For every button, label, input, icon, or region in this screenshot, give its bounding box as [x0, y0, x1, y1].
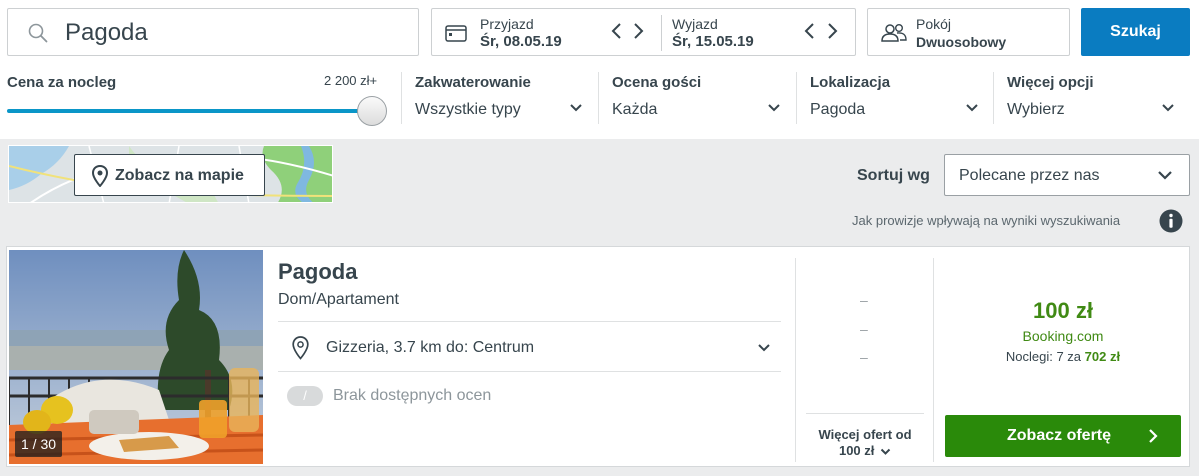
chevron-down-icon: [880, 448, 891, 455]
commission-disclaimer-link[interactable]: Jak prowizje wpływają na wyniki wyszukiw…: [852, 213, 1120, 228]
location-filter-value[interactable]: Pagoda: [810, 101, 865, 119]
offer-placeholder: –: [860, 321, 868, 337]
search-button[interactable]: Szukaj: [1081, 8, 1190, 56]
search-field[interactable]: Pagoda: [7, 8, 419, 56]
price-provider: Booking.com: [1022, 328, 1104, 344]
offer-placeholder: –: [860, 292, 868, 308]
photo-counter: 1 / 30: [15, 431, 62, 457]
price-filter-label: Cena za nocleg: [7, 74, 117, 91]
price-slider-handle[interactable]: [357, 96, 387, 126]
more-offers-link[interactable]: Więcej ofert od 100 zł: [806, 427, 924, 459]
nights-total: Noclegi: 7 za 702 zł: [1005, 349, 1121, 364]
more-filter-value[interactable]: Wybierz: [1007, 101, 1065, 119]
chevron-down-icon[interactable]: [767, 103, 781, 113]
checkout-next-icon[interactable]: [825, 22, 839, 40]
rating-filter-label: Ocena gości: [612, 74, 702, 91]
filter-divider: [796, 72, 797, 124]
filter-divider: [401, 72, 402, 124]
divider: [278, 371, 781, 372]
rooms-value: Dwuosobowy: [916, 34, 1007, 50]
more-offers-line1: Więcej ofert od: [818, 427, 912, 442]
divider: [806, 413, 924, 414]
map-pin-icon: [92, 165, 108, 187]
chevron-down-icon[interactable]: [757, 343, 771, 352]
divider: [278, 321, 781, 322]
date-divider: [661, 15, 662, 51]
column-divider: [795, 258, 796, 462]
rating-badge: /: [287, 386, 323, 406]
users-icon: [881, 24, 907, 42]
accommodation-filter-value[interactable]: Wszystkie typy: [415, 101, 521, 119]
sort-value: Polecane przez nas: [959, 167, 1100, 184]
chevron-right-icon: [1149, 429, 1158, 443]
rooms-selector[interactable]: Pokój Dwuosobowy: [867, 8, 1070, 56]
calendar-icon: [445, 25, 467, 42]
info-icon[interactable]: [1159, 209, 1183, 233]
filter-divider: [598, 72, 599, 124]
checkin-value[interactable]: Śr, 08.05.19: [480, 33, 562, 50]
chevron-down-icon[interactable]: [1161, 103, 1175, 113]
rooms-label: Pokój: [916, 16, 952, 32]
more-offers-line2: 100 zł: [806, 443, 924, 459]
hotel-type: Dom/Apartament: [278, 291, 399, 308]
checkout-label: Wyjazd: [672, 16, 718, 32]
price-slider-track[interactable]: [7, 109, 377, 113]
filter-divider: [993, 72, 994, 124]
checkout-value[interactable]: Śr, 15.05.19: [672, 33, 754, 50]
view-offer-label: Zobacz ofertę: [1007, 427, 1112, 444]
search-input[interactable]: Pagoda: [65, 19, 148, 47]
date-picker[interactable]: Przyjazd Śr, 08.05.19 Wyjazd Śr, 15.05.1…: [431, 8, 856, 56]
price-max-value: 2 200 zł+: [324, 73, 378, 88]
chevron-down-icon: [1158, 171, 1172, 180]
checkin-next-icon[interactable]: [631, 22, 645, 40]
hotel-name[interactable]: Pagoda: [278, 259, 357, 285]
offer-placeholder: –: [860, 349, 868, 365]
chevron-down-icon[interactable]: [965, 103, 979, 113]
best-price: 100 zł: [1033, 298, 1093, 323]
hotel-location[interactable]: Gizzeria, 3.7 km do: Centrum: [326, 339, 534, 357]
map-pin-icon: [292, 336, 309, 360]
view-offer-button[interactable]: Zobacz ofertę: [945, 415, 1181, 457]
search-icon: [28, 23, 48, 43]
column-divider: [933, 258, 934, 462]
sort-select[interactable]: Polecane przez nas: [944, 154, 1190, 196]
sort-label: Sortuj wg: [857, 167, 930, 184]
rating-filter-value[interactable]: Każda: [612, 101, 657, 119]
rating-text: Brak dostępnych ocen: [333, 387, 492, 404]
show-map-label: Zobacz na mapie: [115, 167, 244, 184]
chevron-down-icon[interactable]: [569, 103, 583, 113]
more-filter-label: Więcej opcji: [1007, 74, 1094, 91]
location-filter-label: Lokalizacja: [810, 74, 891, 91]
checkin-prev-icon[interactable]: [610, 22, 624, 40]
checkin-label: Przyjazd: [480, 16, 534, 32]
show-map-button[interactable]: Zobacz na mapie: [74, 154, 265, 196]
accommodation-filter-label: Zakwaterowanie: [415, 74, 531, 91]
checkout-prev-icon[interactable]: [803, 22, 817, 40]
